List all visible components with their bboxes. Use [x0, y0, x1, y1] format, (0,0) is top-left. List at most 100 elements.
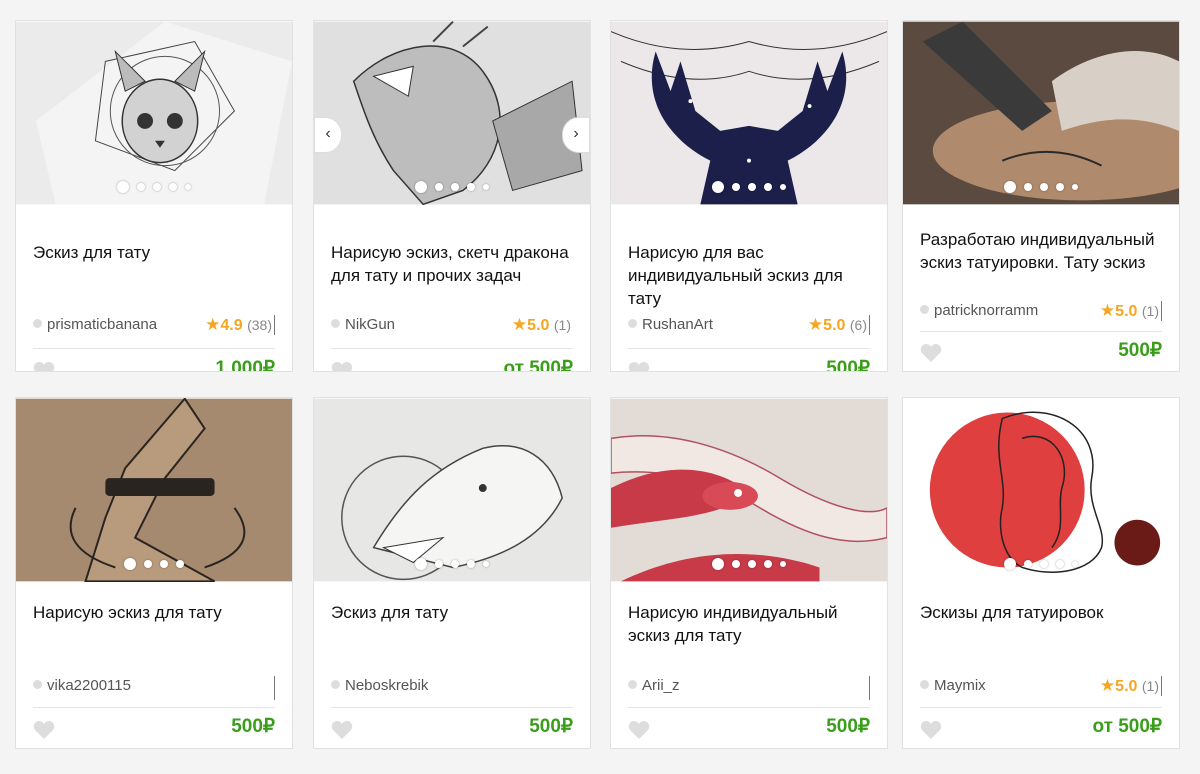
- heart-icon[interactable]: [33, 361, 55, 372]
- gig-card[interactable]: Разработаю индивидуальный эскиз татуиров…: [902, 20, 1180, 372]
- seller-name[interactable]: Neboskrebik: [331, 677, 471, 694]
- heart-icon[interactable]: [920, 720, 942, 740]
- carousel-dots[interactable]: [611, 558, 887, 570]
- carousel-dots[interactable]: [611, 181, 887, 193]
- heart-icon[interactable]: [920, 343, 942, 363]
- gig-card[interactable]: Нарисую индивидуальный эскиз для тату Ar…: [610, 397, 888, 749]
- gig-title[interactable]: Нарисую индивидуальный эскиз для тату: [628, 601, 873, 647]
- carousel-dot[interactable]: [712, 181, 724, 193]
- gig-card[interactable]: ‹ › Нарисую эскиз, скетч дракона для тат…: [313, 20, 591, 372]
- gig-image[interactable]: [903, 398, 1179, 582]
- carousel-dot[interactable]: [780, 561, 786, 567]
- heart-icon[interactable]: [331, 720, 353, 740]
- carousel-dot[interactable]: [1072, 561, 1078, 567]
- heart-icon[interactable]: [33, 720, 55, 740]
- carousel-dot[interactable]: [748, 560, 756, 568]
- gig-card[interactable]: Нарисую для вас индивидуальный эскиз для…: [610, 20, 888, 372]
- divider: [33, 707, 275, 708]
- carousel-dots[interactable]: [903, 558, 1179, 570]
- chevron-right-icon: ›: [573, 125, 579, 142]
- gig-image[interactable]: ‹ ›: [314, 21, 590, 205]
- carousel-dot[interactable]: [415, 181, 427, 193]
- carousel-dot[interactable]: [467, 183, 475, 191]
- carousel-dot[interactable]: [748, 183, 756, 191]
- carousel-dot[interactable]: [169, 183, 177, 191]
- gig-image[interactable]: [611, 21, 887, 205]
- gig-title[interactable]: Разработаю индивидуальный эскиз татуиров…: [920, 228, 1165, 274]
- carousel-dot[interactable]: [153, 183, 161, 191]
- heart-icon[interactable]: [628, 720, 650, 740]
- gig-title[interactable]: Нарисую эскиз, скетч дракона для тату и …: [331, 241, 576, 287]
- star-icon: ★: [1099, 301, 1116, 320]
- carousel-dot[interactable]: [451, 183, 459, 191]
- carousel-dot[interactable]: [176, 560, 184, 568]
- gig-meta: RushanArt ★5.0 (6): [628, 315, 870, 340]
- divider: [628, 348, 870, 349]
- carousel-next-button[interactable]: ›: [562, 117, 590, 153]
- carousel-dots[interactable]: [903, 181, 1179, 193]
- gig-card[interactable]: Эскиз для тату Neboskrebik 500₽: [313, 397, 591, 749]
- carousel-dot[interactable]: [467, 560, 475, 568]
- gig-image[interactable]: [314, 398, 590, 582]
- seller-name[interactable]: vika2200115: [33, 677, 173, 694]
- seller-name[interactable]: patricknorramm: [920, 302, 1060, 319]
- carousel-dot[interactable]: [451, 560, 459, 568]
- carousel-dot[interactable]: [124, 558, 136, 570]
- carousel-dots[interactable]: [314, 558, 590, 570]
- carousel-dot[interactable]: [732, 560, 740, 568]
- gig-image[interactable]: [16, 398, 292, 582]
- gig-image[interactable]: [16, 21, 292, 205]
- seller-name[interactable]: RushanArt: [628, 316, 768, 333]
- seller-name[interactable]: Arii_z: [628, 677, 768, 694]
- carousel-dot[interactable]: [764, 183, 772, 191]
- gig-title[interactable]: Эскизы для татуировок: [920, 601, 1165, 624]
- rating-score: 4.9: [220, 317, 243, 334]
- gig-card[interactable]: Нарисую эскиз для тату vika2200115 500₽: [15, 397, 293, 749]
- carousel-dot[interactable]: [160, 560, 168, 568]
- carousel-dot[interactable]: [185, 184, 191, 190]
- gig-card[interactable]: Эскиз для тату prismaticbanana ★4.9 (38)…: [15, 20, 293, 372]
- carousel-dot[interactable]: [732, 183, 740, 191]
- cat-sketch-image: [16, 21, 292, 205]
- star-icon: ★: [511, 315, 528, 334]
- carousel-dot[interactable]: [1004, 558, 1016, 570]
- carousel-dot[interactable]: [435, 183, 443, 191]
- carousel-dots[interactable]: [314, 181, 590, 193]
- gig-title[interactable]: Нарисую для вас индивидуальный эскиз для…: [628, 241, 873, 310]
- heart-icon[interactable]: [628, 361, 650, 372]
- carousel-dot[interactable]: [1040, 560, 1048, 568]
- carousel-dot[interactable]: [435, 560, 443, 568]
- carousel-dot[interactable]: [780, 184, 786, 190]
- gig-title[interactable]: Эскиз для тату: [331, 601, 576, 624]
- carousel-dot[interactable]: [1056, 183, 1064, 191]
- carousel-dot[interactable]: [144, 560, 152, 568]
- carousel-dots[interactable]: [16, 558, 292, 570]
- carousel-dot[interactable]: [764, 560, 772, 568]
- carousel-dot[interactable]: [483, 184, 489, 190]
- seller-name[interactable]: prismaticbanana: [33, 316, 173, 333]
- carousel-dot[interactable]: [1072, 184, 1078, 190]
- carousel-dot[interactable]: [1024, 183, 1032, 191]
- divider: [920, 331, 1162, 332]
- carousel-dot[interactable]: [1024, 560, 1032, 568]
- gig-image[interactable]: [611, 398, 887, 582]
- carousel-dot[interactable]: [415, 558, 427, 570]
- divider: [331, 707, 573, 708]
- gig-title[interactable]: Эскиз для тату: [33, 241, 278, 264]
- carousel-dot[interactable]: [712, 558, 724, 570]
- carousel-dot[interactable]: [1004, 181, 1016, 193]
- wolf-sketch-image: [314, 398, 590, 582]
- gig-title[interactable]: Нарисую эскиз для тату: [33, 601, 278, 624]
- heart-icon[interactable]: [331, 361, 353, 372]
- seller-name[interactable]: Maymix: [920, 677, 1060, 694]
- gig-image[interactable]: [903, 21, 1179, 205]
- carousel-dot[interactable]: [1056, 560, 1064, 568]
- seller-name[interactable]: NikGun: [331, 316, 471, 333]
- carousel-dot[interactable]: [137, 183, 145, 191]
- gig-card[interactable]: Эскизы для татуировок Maymix ★5.0 (1) от…: [902, 397, 1180, 749]
- carousel-dot[interactable]: [117, 181, 129, 193]
- carousel-dot[interactable]: [483, 561, 489, 567]
- carousel-dots[interactable]: [16, 181, 292, 193]
- review-count: (1): [1141, 678, 1159, 694]
- carousel-dot[interactable]: [1040, 183, 1048, 191]
